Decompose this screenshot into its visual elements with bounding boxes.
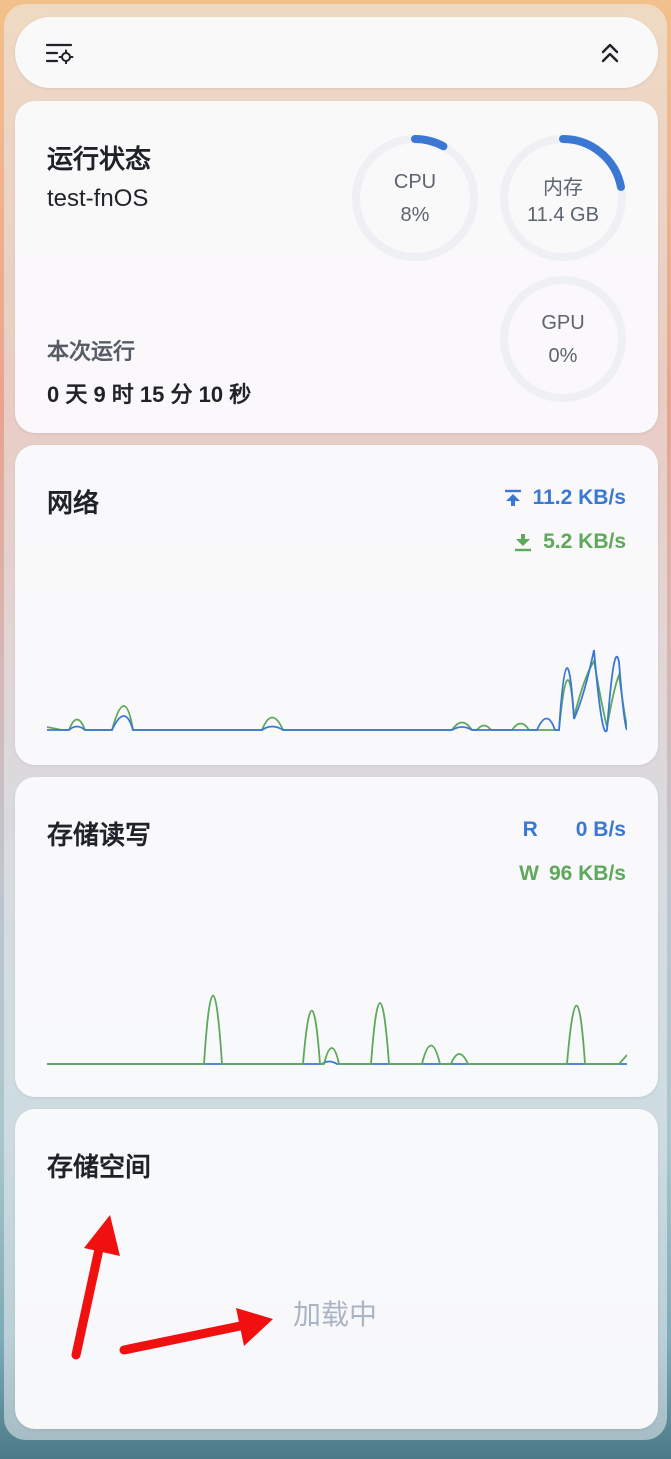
memory-gauge-label: 内存 (543, 177, 583, 199)
cpu-gauge-label: CPU (393, 171, 437, 193)
loading-text: 加载中 (293, 1299, 378, 1330)
widget-toolbar (15, 17, 658, 88)
gpu-gauge-value: 0% (548, 345, 578, 367)
gpu-gauge[interactable]: GPU 0% (498, 274, 628, 404)
uptime-label: 本次运行 (47, 339, 136, 364)
status-title: 运行状态 (47, 144, 152, 174)
network-download-series (47, 658, 627, 731)
network-upload-series (47, 649, 627, 733)
upload-arrow-icon (504, 489, 521, 506)
download-rate-value: 5.2 KB/s (543, 530, 626, 553)
storage-io-chart (47, 994, 627, 1065)
network-chart (47, 649, 627, 733)
cpu-gauge-value: 8% (400, 204, 430, 226)
write-rate-label: W (519, 862, 539, 885)
storage-space-title: 存储空间 (47, 1152, 152, 1182)
write-rate-value: 96 KB/s (548, 862, 626, 885)
network-title: 网络 (47, 488, 100, 518)
storage-io-title: 存储读写 (47, 820, 152, 850)
list-settings-icon[interactable] (45, 39, 75, 67)
chevrons-up-icon[interactable] (595, 39, 625, 67)
gpu-gauge-label: GPU (541, 312, 585, 334)
cpu-gauge[interactable]: CPU 8% (350, 133, 480, 263)
read-rate-value: 0 B/s (575, 818, 626, 841)
write-rate: W 96 KB/s (519, 862, 626, 886)
storage-write-series (47, 994, 627, 1065)
network-card: 网络 11.2 KB/s 5.2 KB/s (15, 445, 658, 765)
storage-io-card: 存储读写 R 0 B/s W 96 KB/s (15, 777, 658, 1097)
uptime-value: 0 天 9 时 15 分 10 秒 (47, 382, 252, 407)
read-rate-label: R (522, 818, 538, 841)
download-rate: 5.2 KB/s (513, 530, 626, 554)
status-card: 运行状态 test-fnOS 本次运行 0 天 9 时 15 分 10 秒 CP… (15, 101, 658, 433)
hostname: test-fnOS (47, 185, 149, 212)
memory-gauge-value: 11.4 GB (527, 204, 599, 226)
download-arrow-icon (515, 534, 532, 552)
storage-space-card: 存储空间 加载中 (15, 1109, 658, 1429)
read-rate: R 0 B/s (523, 818, 626, 842)
memory-gauge[interactable]: 内存 11.4 GB (498, 133, 628, 263)
upload-rate: 11.2 KB/s (503, 486, 626, 510)
upload-rate-value: 11.2 KB/s (532, 486, 626, 509)
